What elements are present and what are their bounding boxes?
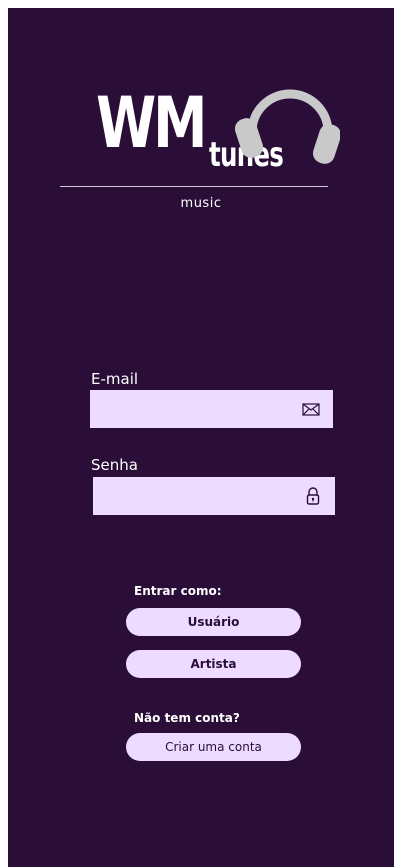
logo-divider bbox=[60, 186, 328, 187]
headphones-icon bbox=[234, 89, 340, 164]
email-label: E-mail bbox=[91, 370, 139, 388]
signup-title: Não tem conta? bbox=[134, 711, 240, 725]
wmtunes-logo: WM tunes music bbox=[8, 8, 394, 228]
login-as-title: Entrar como: bbox=[134, 584, 222, 598]
email-field[interactable] bbox=[90, 390, 333, 430]
logo-subtitle: music bbox=[180, 196, 222, 211]
create-account-button[interactable]: Criar uma conta bbox=[126, 733, 301, 761]
artist-login-button[interactable]: Artista bbox=[126, 650, 301, 678]
logo-wm-text: WM bbox=[96, 82, 207, 164]
login-screen: WM tunes music E-mail Senha Entrar como:… bbox=[8, 8, 394, 867]
lock-icon bbox=[306, 487, 320, 505]
email-input[interactable] bbox=[98, 390, 292, 430]
password-label: Senha bbox=[91, 456, 138, 474]
password-input[interactable] bbox=[101, 477, 295, 517]
envelope-icon bbox=[302, 403, 320, 416]
password-field[interactable] bbox=[93, 477, 335, 517]
user-login-button[interactable]: Usuário bbox=[126, 608, 301, 636]
